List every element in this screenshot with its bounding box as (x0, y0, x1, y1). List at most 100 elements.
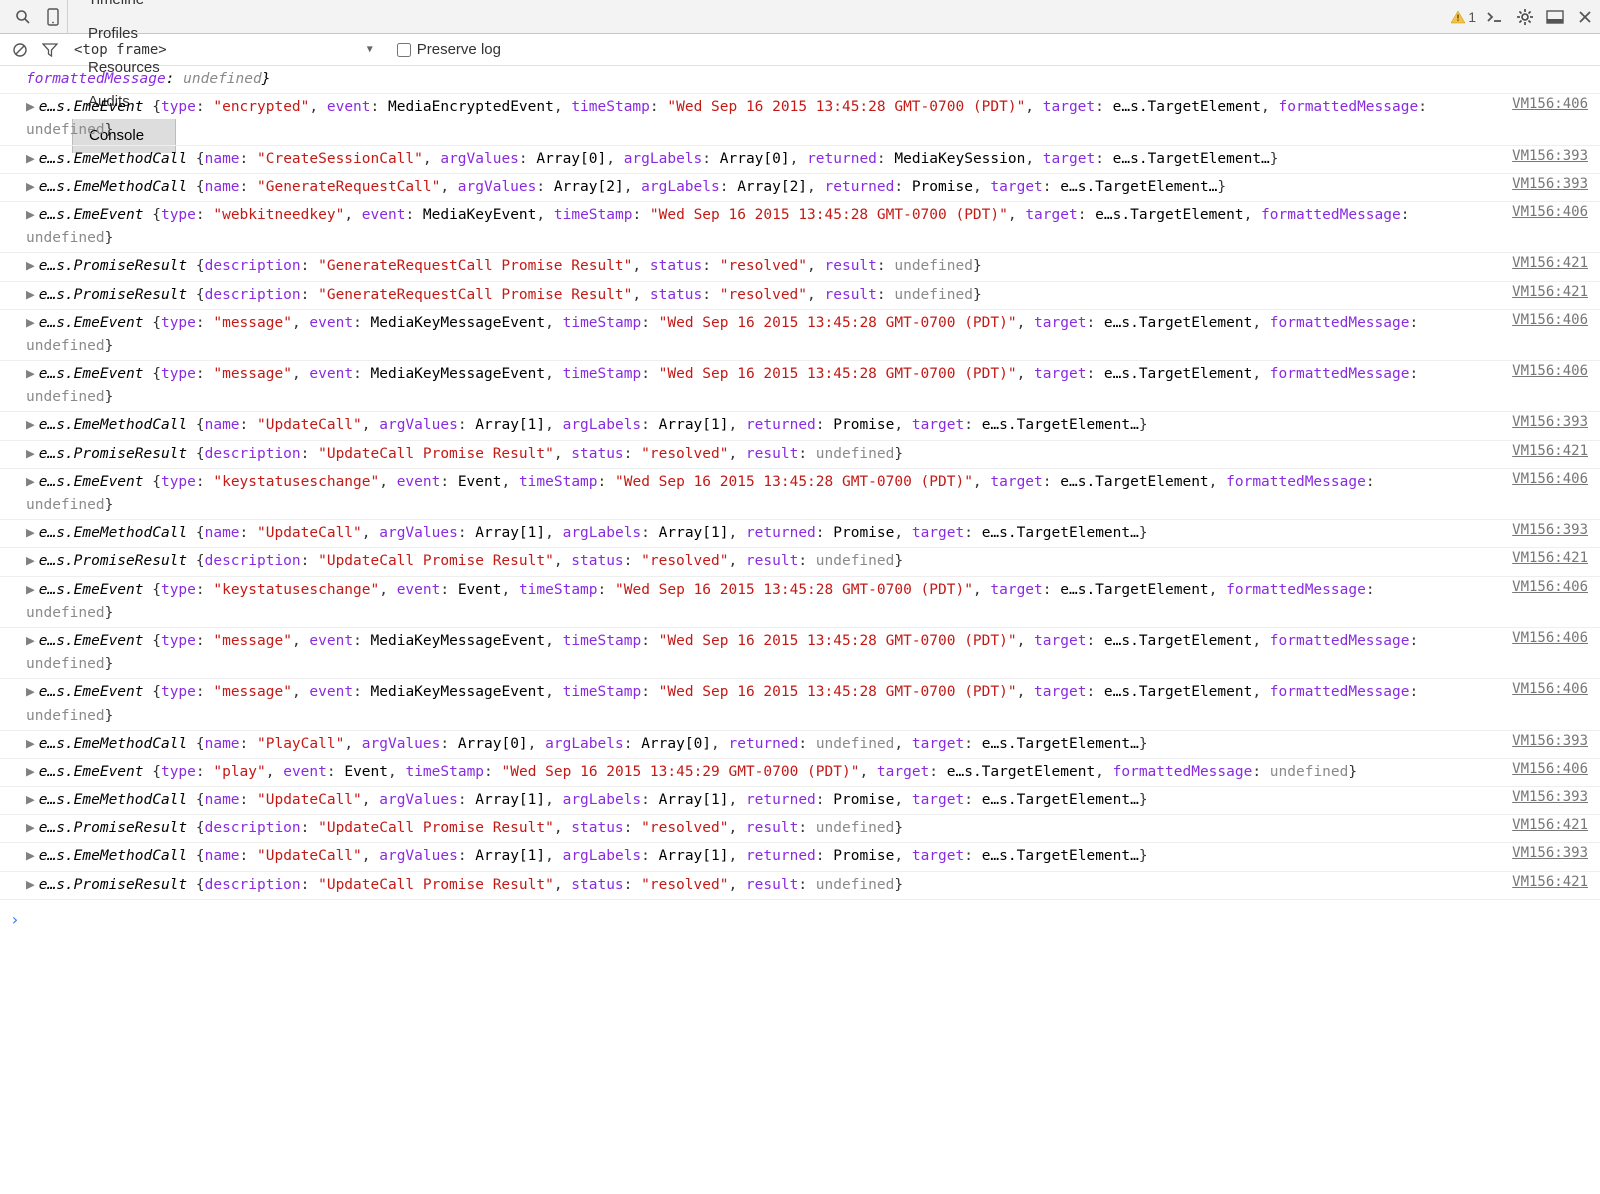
log-body[interactable]: ▶e…s.PromiseResult {description: "Update… (26, 874, 1600, 897)
expand-triangle-icon[interactable]: ▶ (26, 258, 35, 274)
log-body[interactable]: ▶e…s.EmeEvent {type: "play", event: Even… (26, 761, 1600, 784)
source-link[interactable]: VM156:421 (1512, 817, 1588, 833)
log-body[interactable]: ▶e…s.EmeEvent {type: "keystatuseschange"… (26, 579, 1600, 625)
log-row: VM156:406▶e…s.EmeEvent {type: "encrypted… (0, 94, 1600, 145)
source-link[interactable]: VM156:421 (1512, 255, 1588, 271)
source-link[interactable]: VM156:406 (1512, 204, 1588, 220)
source-link[interactable]: VM156:406 (1512, 579, 1588, 595)
clear-console-icon[interactable] (10, 33, 30, 67)
source-link[interactable]: VM156:393 (1512, 176, 1588, 192)
source-link[interactable]: VM156:393 (1512, 733, 1588, 749)
settings-gear-icon[interactable] (1510, 0, 1540, 34)
log-body[interactable]: ▶e…s.EmeEvent {type: "message", event: M… (26, 630, 1600, 676)
device-mode-icon[interactable] (38, 0, 68, 34)
source-link[interactable]: VM156:406 (1512, 96, 1588, 112)
expand-triangle-icon[interactable]: ▶ (26, 848, 35, 864)
devtools-tabbar: ElementsNetworkSourcesTimelineProfilesRe… (0, 0, 1600, 34)
log-body[interactable]: ▶e…s.EmeMethodCall {name: "GenerateReque… (26, 176, 1600, 199)
expand-triangle-icon[interactable]: ▶ (26, 877, 35, 893)
expand-triangle-icon[interactable]: ▶ (26, 446, 35, 462)
log-row: VM156:406▶e…s.EmeEvent {type: "message",… (0, 679, 1600, 730)
source-link[interactable]: VM156:406 (1512, 363, 1588, 379)
log-body[interactable]: ▶e…s.EmeEvent {type: "keystatuseschange"… (26, 471, 1600, 517)
expand-triangle-icon[interactable]: ▶ (26, 820, 35, 836)
expand-triangle-icon[interactable]: ▶ (26, 417, 35, 433)
source-link[interactable]: VM156:393 (1512, 522, 1588, 538)
expand-triangle-icon[interactable]: ▶ (26, 764, 35, 780)
log-body[interactable]: ▶e…s.EmeEvent {type: "message", event: M… (26, 312, 1600, 358)
log-body[interactable]: ▶e…s.EmeMethodCall {name: "CreateSession… (26, 148, 1600, 171)
log-row: VM156:406▶e…s.EmeEvent {type: "keystatus… (0, 577, 1600, 628)
log-row: VM156:393▶e…s.EmeMethodCall {name: "Upda… (0, 412, 1600, 440)
source-link[interactable]: VM156:421 (1512, 874, 1588, 890)
expand-triangle-icon[interactable]: ▶ (26, 792, 35, 808)
log-row: VM156:421▶e…s.PromiseResult {description… (0, 282, 1600, 310)
expand-triangle-icon[interactable]: ▶ (26, 553, 35, 569)
log-body[interactable]: ▶e…s.EmeEvent {type: "message", event: M… (26, 363, 1600, 409)
expand-triangle-icon[interactable]: ▶ (26, 366, 35, 382)
log-body[interactable]: ▶e…s.EmeMethodCall {name: "UpdateCall", … (26, 414, 1600, 437)
log-row: VM156:406▶e…s.EmeEvent {type: "message",… (0, 628, 1600, 679)
log-body[interactable]: ▶e…s.PromiseResult {description: "Genera… (26, 255, 1600, 278)
expand-triangle-icon[interactable]: ▶ (26, 582, 35, 598)
search-icon[interactable] (8, 0, 38, 34)
log-row: VM156:393▶e…s.EmeMethodCall {name: "Play… (0, 731, 1600, 759)
expand-triangle-icon[interactable]: ▶ (26, 633, 35, 649)
chevron-down-icon: ▼ (367, 44, 373, 55)
expand-triangle-icon[interactable]: ▶ (26, 525, 35, 541)
source-link[interactable]: VM156:421 (1512, 284, 1588, 300)
preserve-log-input[interactable] (397, 43, 411, 57)
expand-triangle-icon[interactable]: ▶ (26, 736, 35, 752)
expand-triangle-icon[interactable]: ▶ (26, 99, 35, 115)
tab-timeline[interactable]: Timeline (72, 0, 176, 17)
log-row: VM156:421▶e…s.PromiseResult {description… (0, 548, 1600, 576)
source-link[interactable]: VM156:393 (1512, 845, 1588, 861)
log-row: VM156:406▶e…s.EmeEvent {type: "play", ev… (0, 759, 1600, 787)
log-body[interactable]: ▶e…s.EmeMethodCall {name: "UpdateCall", … (26, 845, 1600, 868)
expand-triangle-icon[interactable]: ▶ (26, 179, 35, 195)
preserve-log-checkbox[interactable]: Preserve log (397, 41, 501, 58)
expand-triangle-icon[interactable]: ▶ (26, 474, 35, 490)
log-body[interactable]: ▶e…s.EmeMethodCall {name: "PlayCall", ar… (26, 733, 1600, 756)
log-body[interactable]: ▶e…s.PromiseResult {description: "Update… (26, 817, 1600, 840)
log-row: VM156:393▶e…s.EmeMethodCall {name: "Gene… (0, 174, 1600, 202)
source-link[interactable]: VM156:406 (1512, 681, 1588, 697)
source-link[interactable]: VM156:393 (1512, 414, 1588, 430)
warnings-badge[interactable]: 1 (1450, 9, 1476, 25)
log-body[interactable]: ▶e…s.EmeMethodCall {name: "UpdateCall", … (26, 522, 1600, 545)
frame-selector-value: <top frame> (74, 42, 167, 58)
log-row: VM156:393▶e…s.EmeMethodCall {name: "Crea… (0, 146, 1600, 174)
log-row: VM156:406▶e…s.EmeEvent {type: "message",… (0, 310, 1600, 361)
expand-triangle-icon[interactable]: ▶ (26, 287, 35, 303)
console-prompt[interactable]: › (0, 906, 1600, 933)
dock-side-icon[interactable] (1540, 0, 1570, 34)
log-row: VM156:421▶e…s.PromiseResult {description… (0, 441, 1600, 469)
close-icon[interactable] (1570, 0, 1600, 34)
expand-triangle-icon[interactable]: ▶ (26, 315, 35, 331)
source-link[interactable]: VM156:393 (1512, 789, 1588, 805)
source-link[interactable]: VM156:406 (1512, 471, 1588, 487)
log-body[interactable]: ▶e…s.EmeMethodCall {name: "UpdateCall", … (26, 789, 1600, 812)
log-row: VM156:421▶e…s.PromiseResult {description… (0, 253, 1600, 281)
log-body[interactable]: ▶e…s.PromiseResult {description: "Update… (26, 550, 1600, 573)
source-link[interactable]: VM156:393 (1512, 148, 1588, 164)
source-link[interactable]: VM156:406 (1512, 312, 1588, 328)
preserve-log-label: Preserve log (417, 41, 501, 58)
expand-triangle-icon[interactable]: ▶ (26, 151, 35, 167)
filter-icon[interactable] (40, 33, 60, 67)
expand-triangle-icon[interactable]: ▶ (26, 684, 35, 700)
show-console-icon[interactable] (1480, 0, 1510, 34)
source-link[interactable]: VM156:406 (1512, 761, 1588, 777)
source-link[interactable]: VM156:421 (1512, 443, 1588, 459)
frame-selector[interactable]: <top frame> ▼ (70, 40, 377, 60)
log-body[interactable]: ▶e…s.EmeEvent {type: "message", event: M… (26, 681, 1600, 727)
log-row: VM156:421▶e…s.PromiseResult {description… (0, 872, 1600, 900)
log-row: formattedMessage: undefined} (0, 66, 1600, 94)
log-body[interactable]: ▶e…s.EmeEvent {type: "webkitneedkey", ev… (26, 204, 1600, 250)
log-body[interactable]: ▶e…s.PromiseResult {description: "Update… (26, 443, 1600, 466)
log-body[interactable]: ▶e…s.EmeEvent {type: "encrypted", event:… (26, 96, 1600, 142)
source-link[interactable]: VM156:421 (1512, 550, 1588, 566)
log-body[interactable]: ▶e…s.PromiseResult {description: "Genera… (26, 284, 1600, 307)
expand-triangle-icon[interactable]: ▶ (26, 207, 35, 223)
source-link[interactable]: VM156:406 (1512, 630, 1588, 646)
